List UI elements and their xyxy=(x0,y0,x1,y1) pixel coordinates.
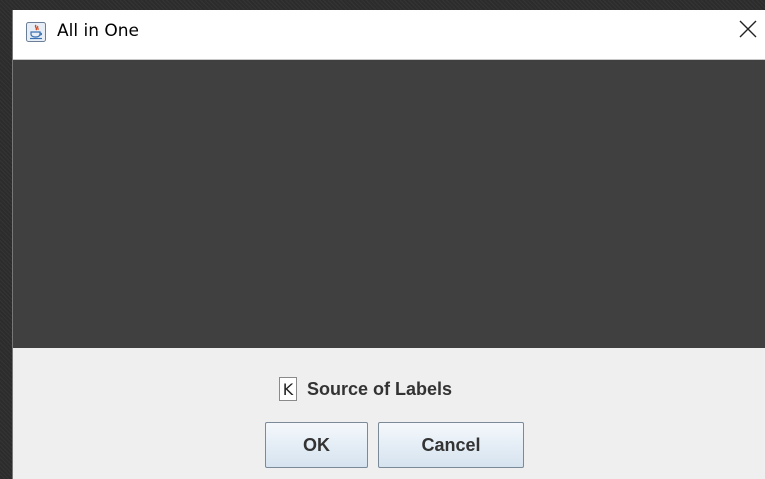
desktop-background: All in One K Source of Labels OK Cancel xyxy=(0,0,765,479)
options-panel: K Source of Labels OK Cancel xyxy=(13,348,765,479)
window-title: All in One xyxy=(57,21,139,41)
java-cup-icon xyxy=(26,22,46,42)
title-bar[interactable]: All in One xyxy=(13,10,765,60)
cancel-button[interactable]: Cancel xyxy=(378,422,524,468)
source-of-labels-label: Source of Labels xyxy=(307,378,453,399)
source-of-labels-checkbox[interactable]: K xyxy=(279,377,297,401)
close-button[interactable] xyxy=(731,14,765,48)
ok-button[interactable]: OK xyxy=(265,422,368,468)
content-area xyxy=(13,60,765,348)
source-of-labels-option[interactable]: K Source of Labels xyxy=(279,376,452,402)
dialog-window: All in One K Source of Labels OK Cancel xyxy=(12,10,765,479)
close-icon xyxy=(738,19,758,43)
